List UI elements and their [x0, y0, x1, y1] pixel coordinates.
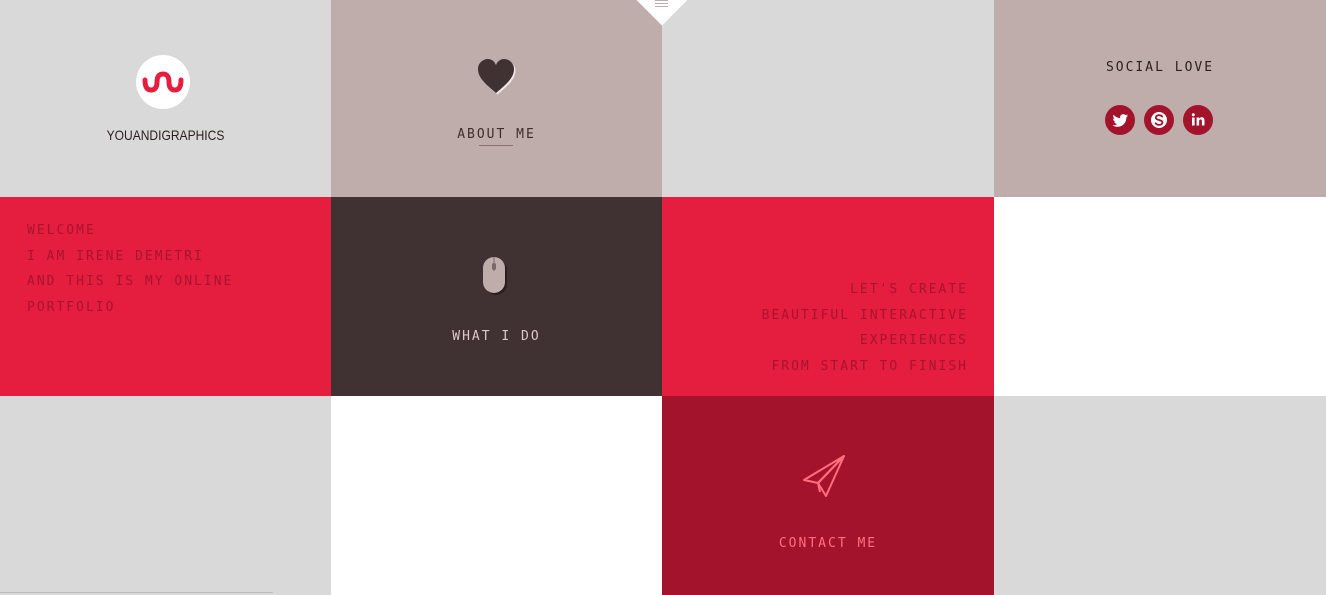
tagline-line: FROM START TO FINISH — [771, 359, 968, 375]
social-title: SOCIAL LOVE — [1105, 60, 1215, 75]
empty-tile-1 — [662, 0, 994, 197]
linkedin-button[interactable] — [1183, 105, 1213, 135]
paper-plane-icon[interactable] — [800, 452, 850, 500]
contact-me-link[interactable]: CONTACT ME — [662, 536, 994, 551]
tagline-line: LET'S CREATE — [850, 282, 968, 297]
welcome-line: I AM IRENE DEMETRI — [27, 248, 204, 264]
about-tile[interactable] — [331, 0, 662, 197]
about-me-link[interactable]: ABOUT ME — [331, 127, 662, 142]
twitter-icon — [1112, 114, 1128, 127]
social-tile — [994, 0, 1326, 197]
what-i-do-link[interactable]: WHAT I DO — [331, 329, 662, 344]
tagline-text: LET'S CREATE BEAUTIFUL INTERACTIVE EXPER… — [762, 277, 968, 380]
empty-tile-5 — [994, 396, 1326, 595]
bottom-divider — [0, 592, 273, 593]
linkedin-icon — [1191, 113, 1205, 126]
empty-tile-3 — [0, 396, 331, 595]
mouse-icon[interactable] — [482, 256, 510, 298]
welcome-line: AND THIS IS MY ONLINE — [27, 274, 234, 290]
about-underline — [479, 145, 513, 146]
twitter-button[interactable] — [1105, 105, 1135, 135]
hamburger-menu-icon[interactable] — [655, 0, 668, 7]
welcome-line: WELCOME — [27, 223, 96, 238]
skype-icon — [1151, 112, 1167, 128]
tagline-line: BEAUTIFUL INTERACTIVE — [761, 307, 968, 323]
heart-icon[interactable] — [475, 57, 517, 95]
ui-logo-icon[interactable] — [136, 55, 190, 109]
welcome-text: WELCOME I AM IRENE DEMETRI AND THIS IS M… — [27, 218, 233, 321]
tagline-line: EXPERIENCES — [859, 333, 968, 349]
brand-name[interactable]: YOUANDIGRAPHICS — [23, 127, 308, 143]
welcome-line: PORTFOLIO — [27, 300, 116, 316]
empty-tile-4 — [331, 396, 662, 595]
empty-tile-2 — [994, 197, 1326, 396]
skype-button[interactable] — [1144, 105, 1174, 135]
